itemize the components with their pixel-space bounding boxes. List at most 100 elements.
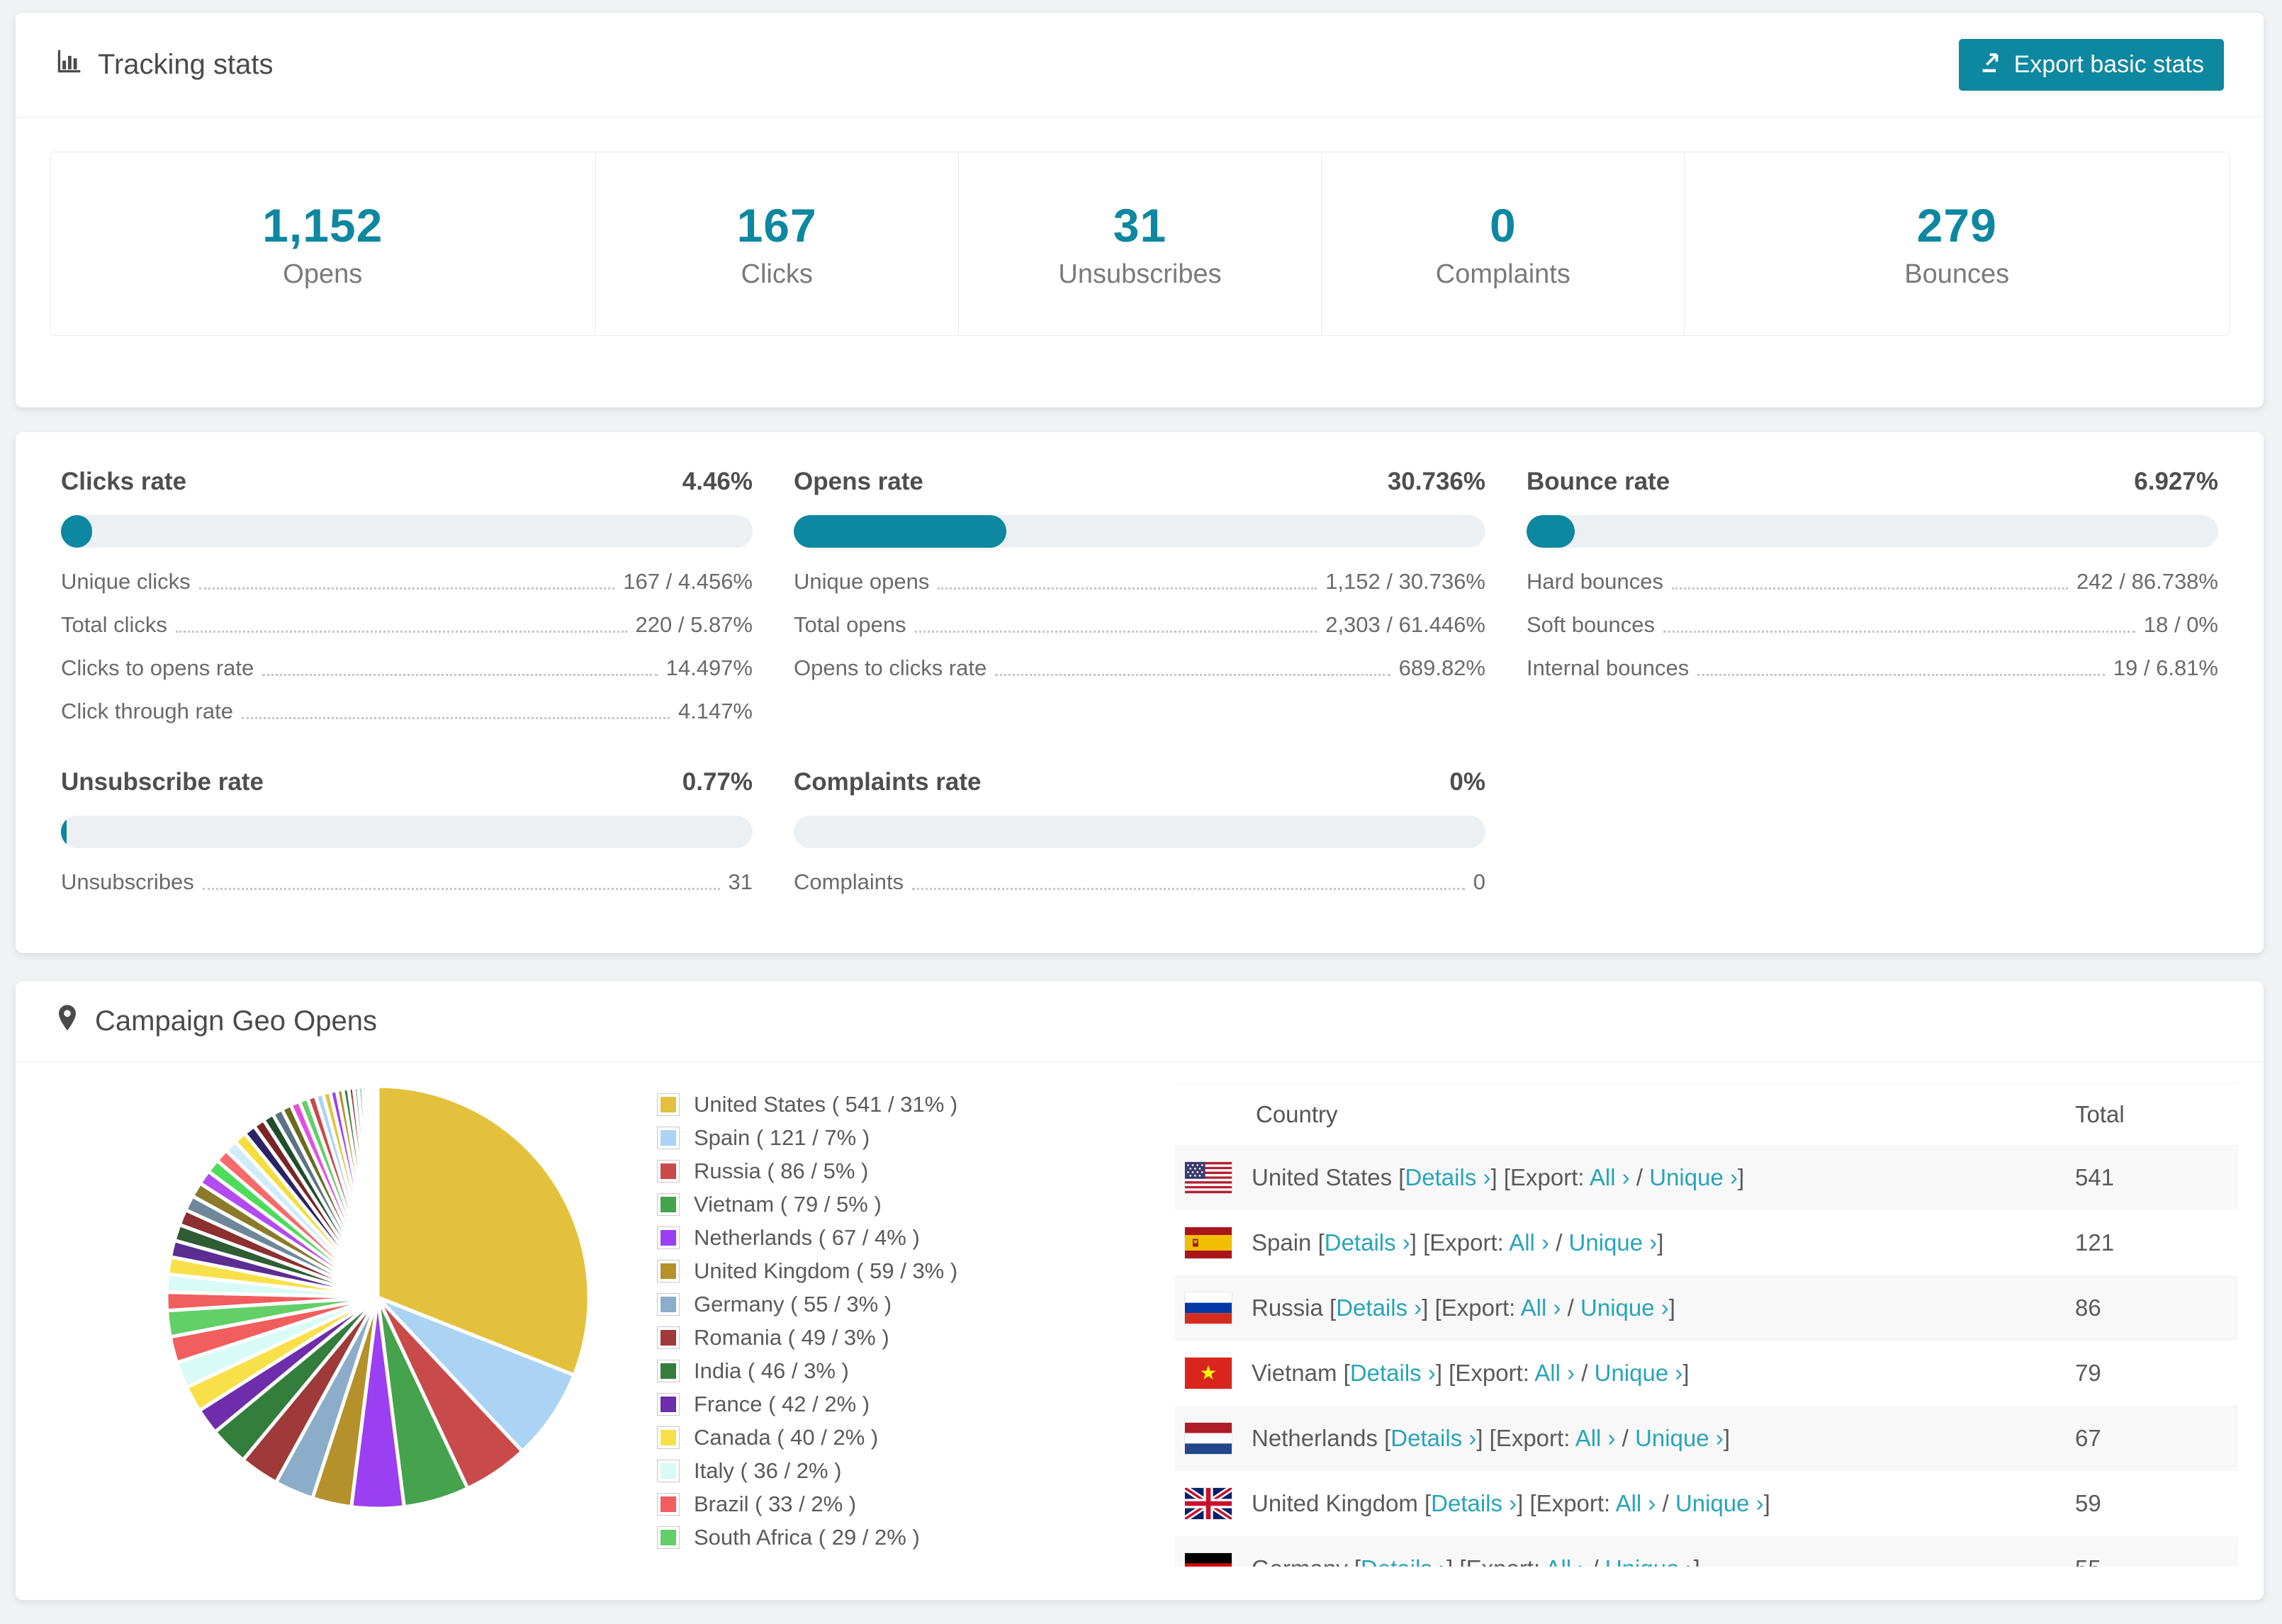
legend-item: United Kingdom ( 59 / 3% ) [657, 1258, 957, 1284]
bounce-rate-value: 6.927% [2134, 468, 2218, 495]
legend-swatch [657, 1193, 680, 1216]
geo-pie-chart [158, 1078, 597, 1567]
export-all-link[interactable]: All › [1575, 1425, 1616, 1451]
total-cell: 541 [2075, 1164, 2115, 1190]
export-all-link[interactable]: All › [1545, 1555, 1585, 1567]
rate-detail-row: Complaints 0 [794, 869, 1485, 894]
stats-summary-strip: 1,152 Opens 167 Clicks 31 Unsubscribes 0 Co… [50, 152, 2230, 336]
legend-label: India ( 46 / 3% ) [694, 1358, 849, 1383]
legend-label: South Africa ( 29 / 2% ) [694, 1525, 920, 1550]
complaints-rate-bar [794, 816, 1485, 848]
clicks-rate-block: Clicks rate 4.46% Unique clicks 167 / 4.4… [61, 468, 753, 724]
legend-swatch [657, 1493, 680, 1516]
country-cell: Russia [Details ›] [Export: All › / Uniq… [1252, 1295, 1675, 1321]
details-link[interactable]: Details › [1390, 1425, 1476, 1451]
pie-slice [375, 1084, 380, 1299]
total-cell: 67 [2075, 1425, 2101, 1451]
export-all-link[interactable]: All › [1616, 1490, 1656, 1516]
legend-swatch [657, 1093, 680, 1116]
geo-opens-content: United States ( 541 / 31% ) Spain ( 121 … [16, 1062, 2264, 1567]
legend-item: United States ( 541 / 31% ) [657, 1092, 957, 1117]
stat-tile-opens: 1,152 Opens [50, 152, 595, 335]
legend-swatch [657, 1293, 680, 1316]
page-title: Tracking stats [98, 49, 274, 80]
legend-item: Russia ( 86 / 5% ) [657, 1158, 957, 1184]
total-cell: 59 [2075, 1490, 2101, 1516]
legend-label: Germany ( 55 / 3% ) [694, 1292, 892, 1316]
complaints-rate-value: 0% [1449, 768, 1485, 796]
rate-detail-row: Internal bounces 19 / 6.81% [1527, 655, 2218, 680]
legend-item: Vietnam ( 79 / 5% ) [657, 1192, 957, 1217]
export-icon [1979, 50, 2003, 80]
stat-label: Unsubscribes [1058, 259, 1222, 289]
export-unique-link[interactable]: Unique › [1569, 1229, 1658, 1256]
export-unique-link[interactable]: Unique › [1675, 1490, 1764, 1516]
details-link[interactable]: Details › [1405, 1164, 1490, 1190]
rates-card: Clicks rate 4.46% Unique clicks 167 / 4.4… [16, 432, 2264, 953]
geo-chart-pane: United States ( 541 / 31% ) Spain ( 121 … [55, 1062, 1175, 1567]
legend-item: Netherlands ( 67 / 4% ) [657, 1225, 957, 1251]
export-all-link[interactable]: All › [1590, 1164, 1630, 1190]
legend-label: Italy ( 36 / 2% ) [694, 1458, 842, 1483]
clicks-rate-value: 4.46% [682, 468, 753, 495]
opens-rate-value: 30.736% [1387, 468, 1485, 495]
legend-label: Brazil ( 33 / 2% ) [694, 1492, 857, 1516]
stat-label: Bounces [1904, 259, 2010, 289]
stat-value: 31 [1113, 198, 1167, 252]
legend-item: France ( 42 / 2% ) [657, 1392, 957, 1417]
details-link[interactable]: Details › [1325, 1229, 1410, 1256]
country-cell: United States [Details ›] [Export: All ›… [1252, 1164, 1745, 1190]
clicks-rate-bar [61, 515, 753, 548]
details-link[interactable]: Details › [1350, 1360, 1436, 1386]
legend-swatch [657, 1326, 680, 1349]
country-cell: United Kingdom [Details ›] [Export: All … [1252, 1490, 1770, 1516]
stat-value: 0 [1489, 198, 1517, 252]
export-basic-stats-button[interactable]: Export basic stats [1958, 39, 2224, 91]
legend-item: Germany ( 55 / 3% ) [657, 1292, 957, 1317]
tracking-stats-title: Tracking stats [55, 48, 273, 82]
details-link[interactable]: Details › [1336, 1295, 1422, 1321]
total-cell: 86 [2075, 1295, 2101, 1321]
export-unique-link[interactable]: Unique › [1595, 1360, 1683, 1386]
export-all-link[interactable]: All › [1509, 1229, 1549, 1256]
details-link[interactable]: Details › [1431, 1490, 1517, 1516]
complaints-rate-block: Complaints rate 0% Complaints 0 [794, 768, 1485, 895]
legend-label: France ( 42 / 2% ) [694, 1392, 870, 1416]
geo-table-row-us: United States [Details ›] [Export: All ›… [1175, 1145, 2238, 1210]
rate-detail-row: Hard bounces 242 / 86.738% [1527, 569, 2218, 594]
geo-table-row-gb: United Kingdom [Details ›] [Export: All … [1175, 1471, 2238, 1536]
stat-value: 167 [736, 198, 817, 252]
export-unique-link[interactable]: Unique › [1649, 1164, 1738, 1190]
opens-rate-title: Opens rate [794, 468, 923, 495]
opens-rate-block: Opens rate 30.736% Unique opens 1,152 / 3… [794, 468, 1485, 724]
total-cell: 121 [2075, 1229, 2115, 1256]
clicks-rate-title: Clicks rate [61, 468, 187, 495]
legend-swatch [657, 1526, 680, 1549]
unsubscribe-rate-bar [61, 816, 753, 848]
geo-table-row-es: Spain [Details ›] [Export: All › / Uniqu… [1175, 1210, 2238, 1275]
country-cell: Netherlands [Details ›] [Export: All › /… [1252, 1425, 1730, 1451]
export-unique-link[interactable]: Unique › [1580, 1295, 1669, 1321]
legend-label: Vietnam ( 79 / 5% ) [694, 1192, 882, 1217]
stat-tile-clicks: 167 Clicks [595, 152, 958, 335]
country-cell: Vietnam [Details ›] [Export: All › / Uni… [1252, 1360, 1690, 1386]
es-flag-icon [1185, 1227, 1232, 1258]
legend-item: Spain ( 121 / 7% ) [657, 1125, 957, 1151]
geo-table-row-nl: Netherlands [Details ›] [Export: All › /… [1175, 1406, 2238, 1471]
bounce-rate-title: Bounce rate [1527, 468, 1670, 495]
export-unique-link[interactable]: Unique › [1635, 1425, 1724, 1451]
export-all-link[interactable]: All › [1534, 1360, 1575, 1386]
details-link[interactable]: Details › [1361, 1555, 1446, 1567]
geo-table-header: Country Total [1175, 1084, 2238, 1145]
unsubscribe-rate-value: 0.77% [682, 768, 753, 796]
rate-detail-row: Unique opens 1,152 / 30.736% [794, 569, 1485, 594]
rate-detail-row: Unsubscribes 31 [61, 869, 753, 894]
us-flag-icon [1185, 1162, 1232, 1193]
complaints-rate-title: Complaints rate [794, 768, 982, 796]
export-unique-link[interactable]: Unique › [1605, 1555, 1694, 1567]
rate-detail-row: Opens to clicks rate 689.82% [794, 655, 1485, 680]
geo-opens-title: Campaign Geo Opens [95, 1005, 378, 1037]
legend-swatch [657, 1460, 680, 1482]
export-all-link[interactable]: All › [1521, 1295, 1561, 1321]
stat-label: Clicks [741, 259, 813, 289]
